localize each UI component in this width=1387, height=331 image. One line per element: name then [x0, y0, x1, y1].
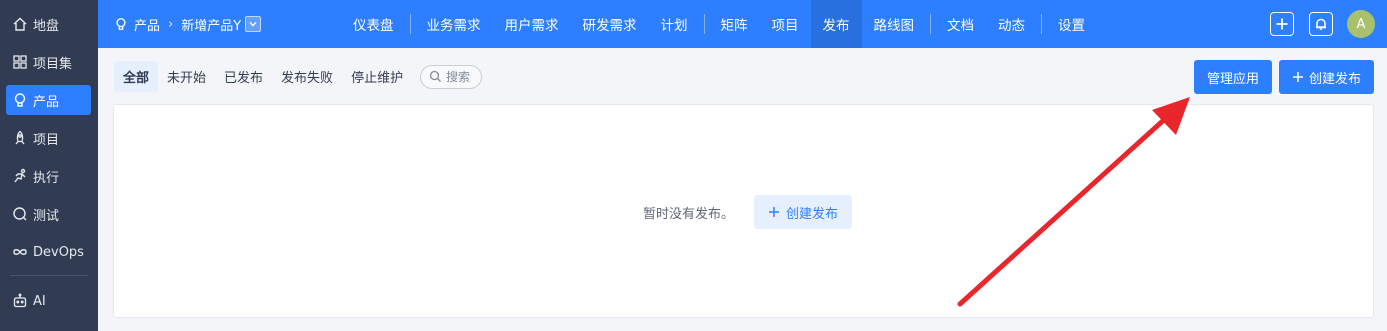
search-icon [429, 70, 442, 83]
nav-divider [930, 14, 931, 34]
nav-user-requirements[interactable]: 用户需求 [493, 0, 571, 48]
filter-tab-failed[interactable]: 发布失败 [272, 61, 342, 92]
infinity-icon [12, 244, 28, 260]
filter-tab-not-started[interactable]: 未开始 [158, 61, 215, 92]
home-icon [12, 16, 28, 32]
nav-business-requirements[interactable]: 业务需求 [415, 0, 493, 48]
sidebar-item-ai[interactable]: AI [6, 286, 91, 316]
chevron-right-icon: › [168, 16, 174, 32]
nav-plan[interactable]: 计划 [649, 0, 700, 48]
sidebar-item-label: 项目集 [33, 56, 73, 72]
nav-divider [409, 14, 411, 34]
sidebar-item-dashboard[interactable]: 地盘 [6, 9, 91, 39]
bulb-icon [12, 92, 28, 108]
grid-icon [12, 54, 28, 70]
filter-tab-terminated[interactable]: 停止维护 [342, 61, 412, 92]
filter-tab-all[interactable]: 全部 [114, 61, 159, 92]
sidebar-item-label: 项目 [33, 132, 60, 148]
sidebar-item-execution[interactable]: 执行 [6, 161, 91, 191]
nav-docs[interactable]: 文档 [935, 0, 986, 48]
toolbar-actions: 管理应用 创建发布 [1187, 60, 1374, 94]
bulb-icon [114, 17, 128, 31]
sidebar-divider [10, 275, 88, 276]
empty-create-release-label: 创建发布 [786, 206, 839, 222]
plus-icon [768, 206, 780, 218]
search-label: 搜索 [446, 70, 471, 84]
nav-matrix[interactable]: 矩阵 [709, 0, 760, 48]
empty-create-release-button[interactable]: 创建发布 [754, 195, 853, 229]
create-release-button[interactable]: 创建发布 [1278, 60, 1374, 94]
top-nav-bar: 产品 › 新增产品Y 仪表盘 业务需求 用户需求 研发需求 计划 矩阵 项目 发… [98, 0, 1387, 48]
manage-app-label: 管理应用 [1206, 71, 1259, 87]
nav-activity[interactable]: 动态 [986, 0, 1037, 48]
nav-release[interactable]: 发布 [810, 0, 862, 48]
nav-divider [703, 14, 705, 34]
nav-settings[interactable]: 设置 [1046, 0, 1097, 48]
sidebar-item-project[interactable]: 项目 [6, 123, 91, 153]
robot-icon [12, 293, 28, 309]
search-button[interactable]: 搜索 [420, 64, 483, 89]
sidebar-item-label: 测试 [33, 208, 60, 224]
bell-icon[interactable] [1309, 12, 1333, 36]
top-right-tools: A [1255, 0, 1375, 48]
sidebar-item-product[interactable]: 产品 [6, 85, 91, 115]
sidebar-item-devops[interactable]: DevOps [6, 237, 91, 267]
plus-icon[interactable] [1270, 12, 1294, 36]
nav-divider [1041, 14, 1042, 34]
chevron-down-icon[interactable] [245, 16, 262, 32]
sidebar-item-label: DevOps [33, 244, 84, 260]
empty-state: 暂时没有发布。 创建发布 [643, 195, 853, 229]
sidebar: 地盘 项目集 产品 项目 执行 测试 DevOps AI [0, 0, 98, 331]
sidebar-item-test[interactable]: 测试 [6, 199, 91, 229]
manage-app-button[interactable]: 管理应用 [1193, 60, 1272, 94]
nav-project[interactable]: 项目 [760, 0, 811, 48]
release-list-panel: 暂时没有发布。 创建发布 [113, 104, 1374, 318]
empty-text: 暂时没有发布。 [643, 206, 735, 222]
filter-tab-released[interactable]: 已发布 [215, 61, 272, 92]
nav-dev-requirements[interactable]: 研发需求 [571, 0, 649, 48]
rocket-icon [12, 130, 28, 146]
nav-roadmap[interactable]: 路线图 [862, 0, 927, 48]
sidebar-item-label: 产品 [33, 94, 60, 110]
main-nav: 仪表盘 业务需求 用户需求 研发需求 计划 矩阵 项目 发布 路线图 文档 动态… [341, 0, 1097, 48]
filter-bar: 全部 未开始 已发布 发布失败 停止维护 搜索 [114, 61, 483, 92]
sidebar-item-label: 执行 [33, 170, 60, 186]
test-icon [12, 206, 28, 222]
nav-dashboard[interactable]: 仪表盘 [341, 0, 406, 48]
create-release-label: 创建发布 [1308, 71, 1361, 87]
breadcrumb: 产品 › 新增产品Y [114, 0, 262, 48]
sidebar-item-program[interactable]: 项目集 [6, 47, 91, 77]
sidebar-item-label: 地盘 [33, 18, 60, 34]
avatar[interactable]: A [1347, 10, 1375, 38]
plus-icon [1292, 71, 1304, 83]
run-icon [12, 168, 28, 184]
breadcrumb-product[interactable]: 产品 [134, 15, 160, 34]
breadcrumb-current-product[interactable]: 新增产品Y [181, 15, 241, 34]
sidebar-item-label: AI [33, 293, 46, 309]
